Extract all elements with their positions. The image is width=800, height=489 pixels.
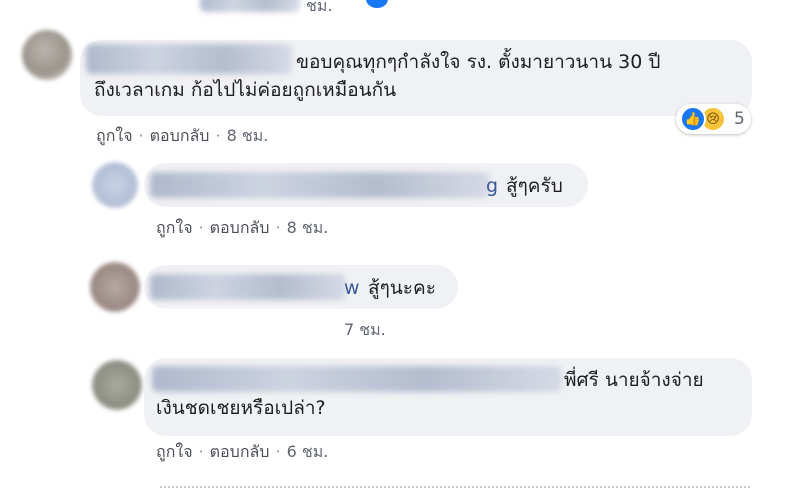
comment-time-partial[interactable]: 7 ชม.: [344, 318, 386, 343]
comment-actions: ถูกใจ · ตอบกลับ · 8 ชม.: [156, 218, 329, 237]
reply-link[interactable]: ตอบกลับ: [150, 126, 210, 145]
comment-actions: ถูกใจ · ตอบกลับ · 8 ชม.: [96, 126, 269, 145]
reaction-count: 5: [734, 109, 745, 129]
comment-text: ถึงเวลาเกม ก้อไปไม่ค่อยถูกเหมือนกัน: [94, 79, 397, 101]
commenter-name-blurred[interactable]: [152, 366, 562, 392]
like-link[interactable]: ถูกใจ: [156, 442, 193, 461]
commenter-name-blurred[interactable]: [150, 172, 490, 198]
redaction-patch: [142, 310, 338, 352]
top-comment-time: ชม.: [306, 0, 333, 15]
comment-text: พี่ศรี นายจ้างจ่าย: [564, 369, 704, 391]
comment-actions: ถูกใจ · ตอบกลับ · 6 ชม.: [156, 442, 329, 461]
comment-text: ขอบคุณทุกๆกำลังใจ รง. ตั้งมายาวนาน 30 ปี: [296, 51, 661, 73]
top-reaction-icon: [366, 0, 388, 8]
avatar[interactable]: [92, 162, 138, 208]
comment-time[interactable]: 6 ชม.: [287, 442, 329, 461]
like-link[interactable]: ถูกใจ: [156, 218, 193, 237]
comment-text: สู้ๆนะคะ: [368, 277, 436, 299]
like-link[interactable]: ถูกใจ: [96, 126, 133, 145]
top-blurred-name: [200, 0, 300, 12]
commenter-name-blurred[interactable]: [86, 44, 292, 74]
commenter-name-tail[interactable]: g: [486, 172, 498, 200]
reply-link[interactable]: ตอบกลับ: [210, 442, 270, 461]
avatar[interactable]: [22, 30, 72, 80]
commenter-name-tail[interactable]: w: [344, 274, 360, 302]
avatar[interactable]: [92, 360, 142, 410]
reply-link[interactable]: ตอบกลับ: [210, 218, 270, 237]
comment-text: สู้ๆครับ: [506, 175, 563, 197]
commenter-name-blurred[interactable]: [150, 274, 346, 300]
avatar[interactable]: [90, 262, 140, 312]
like-icon: 👍: [680, 106, 706, 132]
comment-time[interactable]: 8 ชม.: [287, 218, 329, 237]
comment-time[interactable]: 8 ชม.: [227, 126, 269, 145]
divider: [160, 486, 750, 488]
reaction-summary[interactable]: 👍 😢 5: [676, 104, 751, 134]
comment-text: เงินชดเชยหรือเปล่า?: [156, 397, 326, 419]
